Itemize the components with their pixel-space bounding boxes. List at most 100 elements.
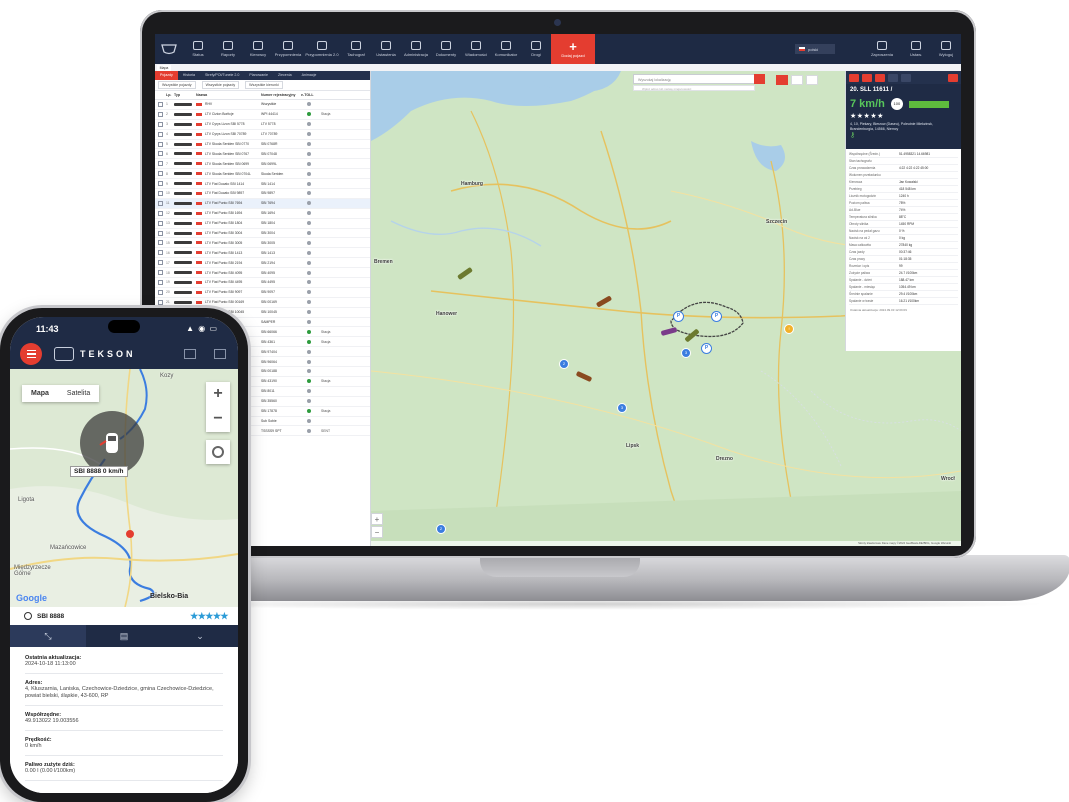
row-checkbox[interactable] xyxy=(158,131,163,137)
nav-item-11[interactable]: Drogi xyxy=(521,34,551,64)
filter-select-1[interactable]: Wszystkie pojazdy xyxy=(201,81,240,89)
table-row[interactable]: 2 LTV Cizion Boritcje WPI 44414 Stacja xyxy=(155,110,370,120)
parking-marker[interactable]: P xyxy=(673,311,684,322)
nav-item-1[interactable]: Raporty xyxy=(213,34,243,64)
table-row[interactable]: 18 LTV Fiat Punto SBI 4095 SBI 4095 xyxy=(155,268,370,279)
parking-marker[interactable]: P xyxy=(711,311,722,322)
app-logo[interactable] xyxy=(155,34,183,64)
row-checkbox[interactable] xyxy=(158,210,163,216)
map-type-map[interactable]: Mapa xyxy=(22,385,58,402)
nav-item-2[interactable]: Kierowcy xyxy=(243,34,273,64)
tool-driver[interactable] xyxy=(875,73,885,82)
nav-item-10[interactable]: Komunikator xyxy=(491,34,521,64)
search-button[interactable] xyxy=(754,74,765,84)
cluster-marker[interactable]: 3 xyxy=(617,403,627,413)
zoom-in-button[interactable]: + xyxy=(206,382,230,407)
table-row[interactable]: 5 LTV Skoda Seriden SBI 0770 SBI 0768R xyxy=(155,140,370,150)
locate-button[interactable] xyxy=(206,440,230,464)
row-checkbox[interactable] xyxy=(158,260,163,266)
tool-route[interactable] xyxy=(888,73,898,82)
table-row[interactable]: 16 LTV Fiat Punto SBI 1413 SBI 1413 xyxy=(155,248,370,259)
tool-share[interactable] xyxy=(948,73,958,82)
language-select[interactable]: polski xyxy=(795,44,835,54)
table-row[interactable]: 21 LTV Fiat Punto SBI 00169 SBI 00169 xyxy=(155,298,370,308)
row-checkbox[interactable] xyxy=(158,190,163,196)
table-row[interactable]: 19 LTV Fiat Punto SBI 4495 SBI 4495 xyxy=(155,278,370,288)
table-row[interactable]: 20 LTV Fiat Punto SBI 9097 SBI 9097 xyxy=(155,288,370,298)
row-checkbox[interactable] xyxy=(158,200,163,206)
settings-button[interactable]: Ustaw. xyxy=(901,34,931,64)
row-checkbox[interactable] xyxy=(158,141,163,147)
nav-item-0[interactable]: Status xyxy=(183,34,213,64)
row-checkbox[interactable] xyxy=(158,171,163,177)
cluster-marker[interactable]: 2 xyxy=(436,524,446,534)
table-row[interactable]: 4 LTV Cyrys Lizon SBI 70789 LTV 70789 xyxy=(155,130,370,140)
nav-item-4[interactable]: Przypomnienia 2.0 xyxy=(303,34,341,64)
map-type-satellite[interactable]: Satelita xyxy=(58,385,99,402)
table-row[interactable]: 9 LTV Fiat Ducato SBI 1414 SBI 1414 xyxy=(155,179,370,190)
warning-marker[interactable]: ! xyxy=(784,324,794,334)
table-row[interactable]: 11 LTV Fiat Punto SBI 7694 SBI 7694 xyxy=(155,198,370,209)
row-checkbox[interactable] xyxy=(158,151,163,157)
zoom-in-button[interactable]: + xyxy=(371,513,383,525)
cluster-marker[interactable]: 2 xyxy=(559,359,569,369)
table-row[interactable]: 10 LTV Fiat Ducato SBI 9897 SBI 9897 xyxy=(155,189,370,199)
map-tool-fullscreen[interactable] xyxy=(806,75,818,85)
row-checkbox[interactable] xyxy=(158,121,163,127)
panel-tab-0[interactable]: Pojazdy xyxy=(155,71,178,80)
list-icon[interactable] xyxy=(184,349,196,359)
col-etoll[interactable]: e-TOLL xyxy=(301,93,325,97)
table-row[interactable]: 1 RHV Wszystkie xyxy=(155,100,370,110)
row-checkbox[interactable] xyxy=(158,299,163,305)
nav-item-5[interactable]: Tachograf xyxy=(341,34,371,64)
row-checkbox[interactable] xyxy=(158,181,163,187)
row-checkbox[interactable] xyxy=(158,270,163,276)
nav-item-9[interactable]: Wiadomości xyxy=(461,34,491,64)
table-row[interactable]: 6 LTV Skoda Seriden SBI 0767 SBI 07048 xyxy=(155,149,370,160)
zoom-out-button[interactable]: − xyxy=(206,407,230,432)
col-plate[interactable]: Numer rejestracyjny xyxy=(261,93,301,97)
vehicle-search-row[interactable]: SBI 8888 ★★★★★ xyxy=(10,607,238,625)
row-checkbox[interactable] xyxy=(158,230,163,236)
row-checkbox[interactable] xyxy=(158,250,163,256)
invitations-button[interactable]: Zaproszenia xyxy=(863,34,901,64)
nav-item-7[interactable]: Administracja xyxy=(401,34,431,64)
map-tool-measure[interactable] xyxy=(791,75,803,85)
tab-clipboard[interactable]: ▤ xyxy=(86,625,162,647)
row-checkbox[interactable] xyxy=(158,220,163,226)
menu-button[interactable] xyxy=(20,343,42,365)
nav-item-6[interactable]: Ustawienia xyxy=(371,34,401,64)
panel-tab-2[interactable]: Strefy/POI/Tunele 2.0 xyxy=(200,71,244,80)
filter-select-2[interactable]: Wszystkie kierunki xyxy=(245,81,283,89)
row-checkbox[interactable] xyxy=(158,101,163,107)
table-row[interactable]: 15 LTV Fiat Punto SBI 3005 SBI 3005 xyxy=(155,238,370,249)
panel-tab-1[interactable]: Historia xyxy=(178,71,200,80)
logout-button[interactable]: Wyloguj xyxy=(931,34,961,64)
row-checkbox[interactable] xyxy=(158,279,163,285)
table-row[interactable]: 7 LTV Skoda Seriden SBI 0699 SBI 0699L xyxy=(155,159,370,170)
filter-select-0[interactable]: Wszystkie pojazdy xyxy=(158,81,196,89)
col-lp[interactable]: Lp. xyxy=(166,93,174,97)
tool-camera[interactable] xyxy=(849,73,859,82)
col-type[interactable]: Typ xyxy=(174,93,196,97)
zoom-out-button[interactable]: − xyxy=(371,526,383,538)
vehicle-icon[interactable] xyxy=(214,349,226,359)
row-checkbox[interactable] xyxy=(158,289,163,295)
add-vehicle-button[interactable]: + Dodaj pojazd xyxy=(551,34,595,64)
table-row[interactable]: 12 LTV Fiat Punto SBI 1694 SBI 1694 xyxy=(155,209,370,219)
map-search-input[interactable]: Wyszukaj lokalizację xyxy=(633,74,755,84)
tool-more[interactable] xyxy=(901,73,911,82)
table-row[interactable]: 13 LTV Fiat Punto SBI 1804 SBI 1804 xyxy=(155,219,370,229)
row-checkbox[interactable] xyxy=(158,111,163,117)
table-row[interactable]: 14 LTV Fiat Punto SBI 3004 SBI 3004 xyxy=(155,229,370,239)
panel-tab-4[interactable]: Zlecenia xyxy=(273,71,297,80)
tab-route[interactable]: ⤡ xyxy=(10,625,86,647)
nav-item-3[interactable]: Przypomnienia xyxy=(273,34,303,64)
row-checkbox[interactable] xyxy=(158,240,163,246)
panel-tab-5[interactable]: Animacje xyxy=(297,71,322,80)
phone-map[interactable]: Mapa Satelita + − SBI 8888 0 km/h Kozy B… xyxy=(10,369,238,607)
col-name[interactable]: Nazwa xyxy=(196,93,261,97)
parking-marker[interactable]: P xyxy=(701,343,712,354)
nav-item-8[interactable]: Dokumenty xyxy=(431,34,461,64)
table-row[interactable]: 3 LTV Cyrys Lizon SBI 5778 LTV 5778 xyxy=(155,120,370,130)
